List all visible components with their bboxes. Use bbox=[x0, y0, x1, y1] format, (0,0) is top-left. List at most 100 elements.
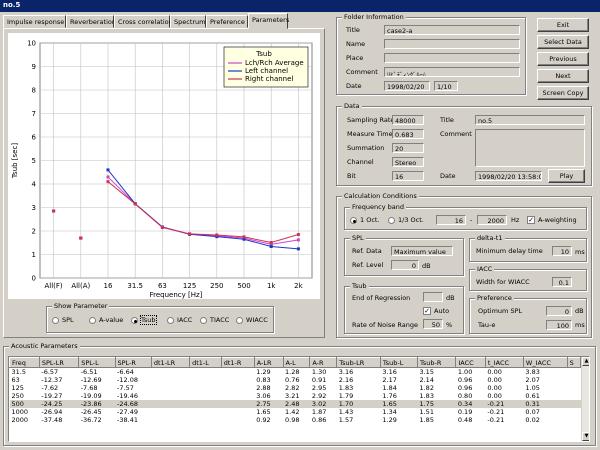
acoustic-parameters-group: Acoustic Parameters Freq SPL-LR SPL-L SPL-R… bbox=[3, 342, 596, 446]
table-cell bbox=[221, 416, 254, 424]
oct-3-radio[interactable] bbox=[388, 217, 395, 224]
folder-name-field[interactable] bbox=[384, 39, 520, 49]
table-cell: 3.21 bbox=[285, 392, 300, 400]
x-tick-label: 1k bbox=[267, 282, 276, 290]
table-cell: 1.84 bbox=[382, 384, 397, 392]
folder-title-field[interactable]: case2-a bbox=[384, 25, 520, 35]
table-cell: 1.00 bbox=[457, 368, 473, 376]
x-tick-label: 2k bbox=[294, 282, 303, 290]
previous-button[interactable]: Previous bbox=[537, 52, 589, 66]
table-row[interactable]: 63 -12.37 -12.69 -12.08 0.83 0.76 0.91 2.16 2.17… bbox=[10, 376, 581, 384]
show-wiacc-radio[interactable] bbox=[236, 317, 243, 324]
tab-parameters[interactable]: Parameters bbox=[248, 13, 289, 29]
next-button[interactable]: Next bbox=[537, 69, 589, 83]
table-row[interactable]: 250 -19.27 -19.09 -19.46 3.06 3.21 2.92 1.79 1.7… bbox=[10, 392, 581, 400]
table-cell: -12.69 bbox=[80, 376, 102, 384]
folder-comment-field[interactable]: ﾘﾋﾞﾃﾞｨﾝｸﾞﾙｰﾑ bbox=[384, 67, 520, 77]
tau-e-unit: ms bbox=[575, 321, 585, 329]
table-cell bbox=[567, 384, 580, 392]
column-header[interactable]: dt1-LR bbox=[150, 357, 191, 368]
column-header[interactable]: SPL-LR bbox=[38, 357, 80, 368]
show-tiacc-radio[interactable] bbox=[200, 317, 207, 324]
table-cell bbox=[190, 408, 222, 416]
optimum-spl-field[interactable]: 0 bbox=[546, 306, 572, 316]
x-tick-label: 500 bbox=[237, 282, 250, 290]
column-header[interactable]: dt1-R bbox=[220, 357, 255, 368]
folder-date-field[interactable]: 1998/02/20 bbox=[384, 81, 430, 91]
column-header[interactable]: dt1-L bbox=[189, 357, 222, 368]
min-delay-field[interactable]: 10 bbox=[552, 246, 572, 256]
folder-title-label: Title bbox=[346, 26, 360, 34]
scroll-up-arrow[interactable]: ▲ bbox=[582, 357, 589, 366]
column-header[interactable]: A-L bbox=[282, 357, 311, 368]
table-cell: 1.70 bbox=[336, 400, 381, 408]
column-header[interactable]: IACC bbox=[455, 357, 486, 368]
folder-date-label: Date bbox=[346, 82, 362, 90]
oct-1-radio[interactable] bbox=[350, 217, 357, 224]
column-header[interactable]: A-R bbox=[309, 357, 338, 368]
scroll-down-arrow[interactable]: ▼ bbox=[582, 432, 589, 441]
select-data-button[interactable]: Select Data bbox=[537, 35, 589, 49]
show-parameter-group: Show Parameter SPL A-value Tsub IACC TIACC WI… bbox=[46, 302, 274, 333]
y-tick-label: 3 bbox=[32, 204, 36, 212]
tab-reverberation[interactable]: Reverberation bbox=[66, 15, 116, 28]
table-cell bbox=[221, 368, 254, 377]
folder-place-field[interactable] bbox=[384, 53, 520, 63]
sampling-rate-field: 48000 bbox=[392, 115, 424, 125]
table-row[interactable]: 31.5 -6.57 -6.51 -6.64 1.29 1.28 1.30 3.16 3.16 3… bbox=[10, 368, 581, 377]
tab-cross-correlation[interactable]: Cross correlation bbox=[114, 15, 173, 28]
freq-from-field[interactable]: 16 bbox=[436, 215, 466, 225]
column-header[interactable]: Tsub-LR bbox=[336, 357, 381, 368]
tab-preference[interactable]: Preference bbox=[206, 15, 248, 28]
data-point bbox=[215, 233, 219, 237]
data-point bbox=[133, 202, 137, 206]
column-header[interactable]: Freq bbox=[9, 357, 40, 368]
table-cell: 2.92 bbox=[311, 392, 327, 400]
tab-spectrum[interactable]: Spectrum bbox=[170, 15, 206, 28]
show-tsub-radio[interactable] bbox=[131, 317, 138, 324]
bit-label: Bit bbox=[347, 172, 356, 180]
tab-impulse-response[interactable]: Impulse response bbox=[3, 15, 66, 28]
noise-range-field[interactable]: 50 bbox=[423, 319, 443, 329]
a-weighting-checkbox[interactable]: ✓ bbox=[527, 216, 535, 224]
ref-data-field[interactable]: Maximum value bbox=[391, 246, 453, 256]
column-header[interactable]: A-LR bbox=[253, 357, 284, 368]
tau-e-field[interactable]: 100 bbox=[546, 320, 572, 330]
freq-to-field[interactable]: 2000 bbox=[477, 215, 507, 225]
table-scrollbar[interactable]: ▲ ▼ bbox=[581, 357, 589, 441]
column-header[interactable]: S bbox=[566, 357, 582, 368]
column-header[interactable]: SPL-L bbox=[78, 357, 116, 368]
column-header[interactable]: t_IACC bbox=[484, 357, 524, 368]
show-a-value-radio[interactable] bbox=[89, 317, 96, 324]
table-row[interactable]: 1000 -26.94 -26.45 -27.49 1.65 1.42 1.87 1.43 1.… bbox=[10, 408, 581, 416]
column-header[interactable]: W_IACC bbox=[522, 357, 568, 368]
column-header[interactable]: Tsub-R bbox=[416, 357, 457, 368]
data-comment-field[interactable] bbox=[475, 129, 585, 167]
noise-range-unit: % bbox=[446, 321, 453, 329]
table-cell bbox=[567, 408, 580, 416]
play-button[interactable]: Play bbox=[548, 169, 585, 183]
table-cell bbox=[190, 416, 222, 424]
channel-label: Channel bbox=[347, 158, 374, 166]
column-header[interactable]: Tsub-L bbox=[379, 357, 418, 368]
table-cell: 0.48 bbox=[457, 416, 473, 424]
table-row[interactable]: 125 -7.62 -7.68 -7.57 2.88 2.82 2.95 1.83 1.84 1.… bbox=[10, 384, 581, 392]
end-regression-field[interactable] bbox=[423, 292, 443, 302]
y-tick-label: 5 bbox=[32, 157, 36, 165]
show-spl-radio[interactable] bbox=[52, 317, 59, 324]
ref-level-field[interactable]: 0 bbox=[391, 260, 419, 270]
table-cell bbox=[151, 416, 189, 424]
column-header[interactable]: SPL-R bbox=[114, 357, 152, 368]
show-iacc-radio[interactable] bbox=[167, 317, 174, 324]
acoustic-parameters-title: Acoustic Parameters bbox=[9, 342, 80, 350]
auto-checkbox[interactable]: ✓ bbox=[423, 307, 431, 315]
table-cell bbox=[190, 368, 222, 377]
table-row[interactable]: 2000 -37.48 -36.72 -38.41 0.92 0.98 0.86 1.57 1.… bbox=[10, 416, 581, 424]
table-cell: -7.62 bbox=[41, 384, 59, 392]
data-title-field[interactable]: no.5 bbox=[475, 115, 585, 125]
wiacc-width-field[interactable]: 0.1 bbox=[552, 277, 572, 287]
screen-copy-button[interactable]: Screen Copy bbox=[537, 86, 589, 100]
table-row[interactable]: 500 -24.25 -23.86 -24.68 2.75 2.48 3.02 1.70 1.6… bbox=[9, 400, 581, 408]
ref-data-label: Ref. Data bbox=[352, 247, 382, 255]
exit-button[interactable]: Exit bbox=[537, 18, 589, 32]
